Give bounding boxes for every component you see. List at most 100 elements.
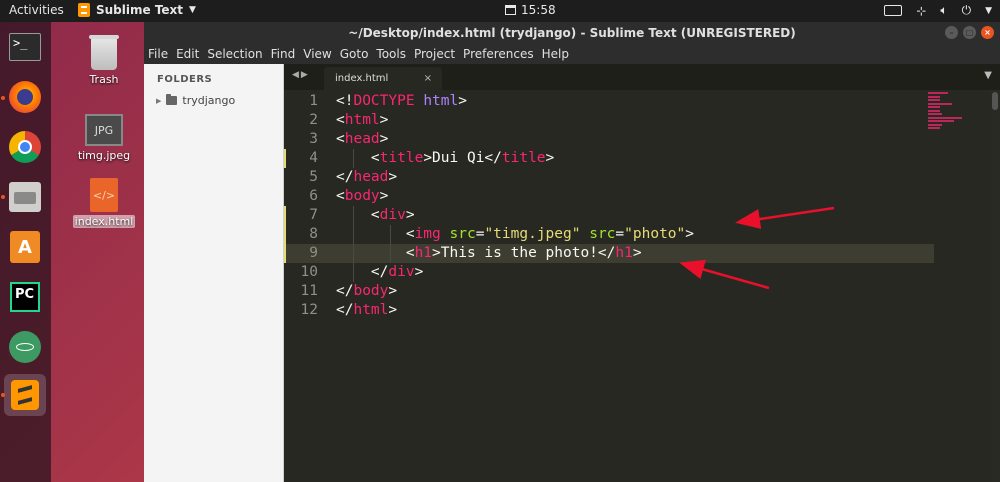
files-icon	[9, 182, 41, 212]
trash-icon	[89, 35, 119, 70]
tab-dropdown-icon[interactable]: ▼	[984, 70, 992, 81]
minimize-icon[interactable]: –	[945, 26, 958, 39]
network-icon[interactable]: ⊹	[916, 4, 926, 18]
clock[interactable]: 15:58	[505, 3, 556, 17]
token: <	[336, 207, 380, 223]
token: =	[615, 226, 625, 242]
token: >Dui Qi</	[423, 150, 502, 166]
sublime-icon	[11, 380, 39, 410]
token: >	[545, 150, 555, 166]
close-icon[interactable]: ×	[981, 26, 994, 39]
menu-project[interactable]: Project	[410, 44, 459, 64]
menu-find[interactable]: Find	[267, 44, 300, 64]
desktop-icon-timg[interactable]: JPG timg.jpeg	[69, 114, 139, 162]
running-indicator	[1, 393, 5, 397]
token: >	[685, 226, 694, 242]
calendar-icon	[505, 5, 516, 15]
code-line[interactable]: 7 <div>	[284, 206, 934, 225]
code-text: <!DOCTYPE html>	[336, 92, 467, 111]
code-line[interactable]: 3 <head>	[284, 130, 934, 149]
token: >	[379, 188, 389, 204]
line-number: 5	[309, 169, 318, 185]
token: <	[336, 188, 345, 204]
token: src	[589, 226, 616, 242]
code-text: <head>	[336, 130, 388, 149]
token: <	[336, 226, 415, 242]
menu-selection[interactable]: Selection	[203, 44, 266, 64]
maximize-icon[interactable]: □	[963, 26, 976, 39]
dock-files[interactable]	[4, 176, 46, 218]
code-line[interactable]: 6 <body>	[284, 187, 934, 206]
pycharm-icon: PC	[10, 282, 40, 312]
folders-header: FOLDERS	[157, 74, 213, 85]
menu-tools[interactable]: Tools	[372, 44, 410, 64]
menu-view[interactable]: View	[299, 44, 335, 64]
dock-software[interactable]: A	[4, 226, 46, 268]
token: body	[353, 283, 389, 299]
menu-bar: File Edit Selection Find View Goto Tools Projec…	[144, 44, 1000, 64]
atom-icon	[9, 331, 41, 363]
code-text: <body>	[336, 187, 388, 206]
code-text: </html>	[336, 301, 397, 320]
code-line[interactable]: 8 <img src="timg.jpeg" src="photo">	[284, 225, 934, 244]
code-line[interactable]: 4 <title>Dui Qi</title>	[284, 149, 934, 168]
desktop-icon-index-html[interactable]: </> index.html	[69, 178, 139, 228]
code-editor[interactable]: 1 <!DOCTYPE html> 2 <html> 3 <head> 4 <title>D…	[284, 90, 1000, 482]
folder-label: trydjango	[182, 94, 236, 107]
system-tray[interactable]: ⊹ 🔈︎ ⏻ ▼	[884, 3, 992, 18]
token: head	[344, 131, 380, 147]
menu-file[interactable]: File	[144, 44, 172, 64]
sublime-app-icon	[78, 3, 90, 17]
code-line[interactable]: 1 <!DOCTYPE html>	[284, 92, 934, 111]
vertical-scrollbar[interactable]	[990, 90, 1000, 482]
desktop-icon-trash[interactable]: Trash	[69, 35, 139, 86]
token: <	[336, 245, 415, 261]
code-line[interactable]: 11 </body>	[284, 282, 934, 301]
desktop-icon-label: index.html	[72, 215, 136, 228]
token: h1	[414, 245, 433, 261]
code-line[interactable]: 5 </head>	[284, 168, 934, 187]
dock-firefox[interactable]	[4, 76, 46, 118]
dock-terminal[interactable]: >_	[4, 26, 46, 68]
token: </	[336, 169, 354, 185]
dock-atom[interactable]	[4, 326, 46, 368]
code-line[interactable]: 9 <h1>This is the photo!</h1>	[284, 244, 934, 263]
dock-sublime[interactable]	[4, 374, 46, 416]
volume-icon[interactable]: 🔈︎	[940, 3, 947, 18]
dock-pycharm[interactable]: PC	[4, 276, 46, 318]
sidebar-folder-trydjango[interactable]: ▶ trydjango	[156, 94, 235, 107]
menu-goto[interactable]: Goto	[336, 44, 373, 64]
tab-nav-arrows-icon[interactable]: ◀▶	[292, 70, 310, 80]
chrome-icon	[9, 131, 41, 163]
power-icon[interactable]: ⏻	[962, 3, 972, 18]
token: div	[388, 264, 415, 280]
firefox-icon	[9, 81, 41, 113]
minimap[interactable]	[928, 92, 968, 134]
activities-button[interactable]: Activities	[9, 3, 64, 17]
token: >	[388, 283, 398, 299]
keyboard-icon[interactable]	[884, 5, 903, 16]
desktop-icon-label: timg.jpeg	[77, 149, 131, 162]
menu-edit[interactable]: Edit	[172, 44, 203, 64]
close-tab-icon[interactable]: ×	[424, 67, 432, 90]
window-title: ~/Desktop/index.html (trydjango) - Subli…	[348, 26, 796, 40]
code-line[interactable]: 10 </div>	[284, 263, 934, 282]
menu-preferences[interactable]: Preferences	[459, 44, 538, 64]
expand-triangle-icon[interactable]: ▶	[156, 97, 161, 105]
caret-down-icon: ▼	[189, 5, 196, 15]
app-menu[interactable]: Sublime Text ▼	[78, 3, 196, 17]
code-line[interactable]: 12 </html>	[284, 301, 934, 320]
dock-chrome[interactable]	[4, 126, 46, 168]
scrollbar-thumb[interactable]	[992, 92, 998, 110]
token: <	[336, 112, 345, 128]
modified-line-marker	[284, 244, 286, 263]
line-number: 4	[309, 150, 318, 166]
modified-line-marker	[284, 225, 286, 244]
caret-down-icon[interactable]: ▼	[985, 6, 992, 16]
code-line[interactable]: 2 <html>	[284, 111, 934, 130]
window-titlebar[interactable]: ~/Desktop/index.html (trydjango) - Subli…	[144, 22, 1000, 44]
tab-index-html[interactable]: index.html ×	[324, 67, 442, 90]
menu-help[interactable]: Help	[538, 44, 573, 64]
token: >	[414, 264, 424, 280]
